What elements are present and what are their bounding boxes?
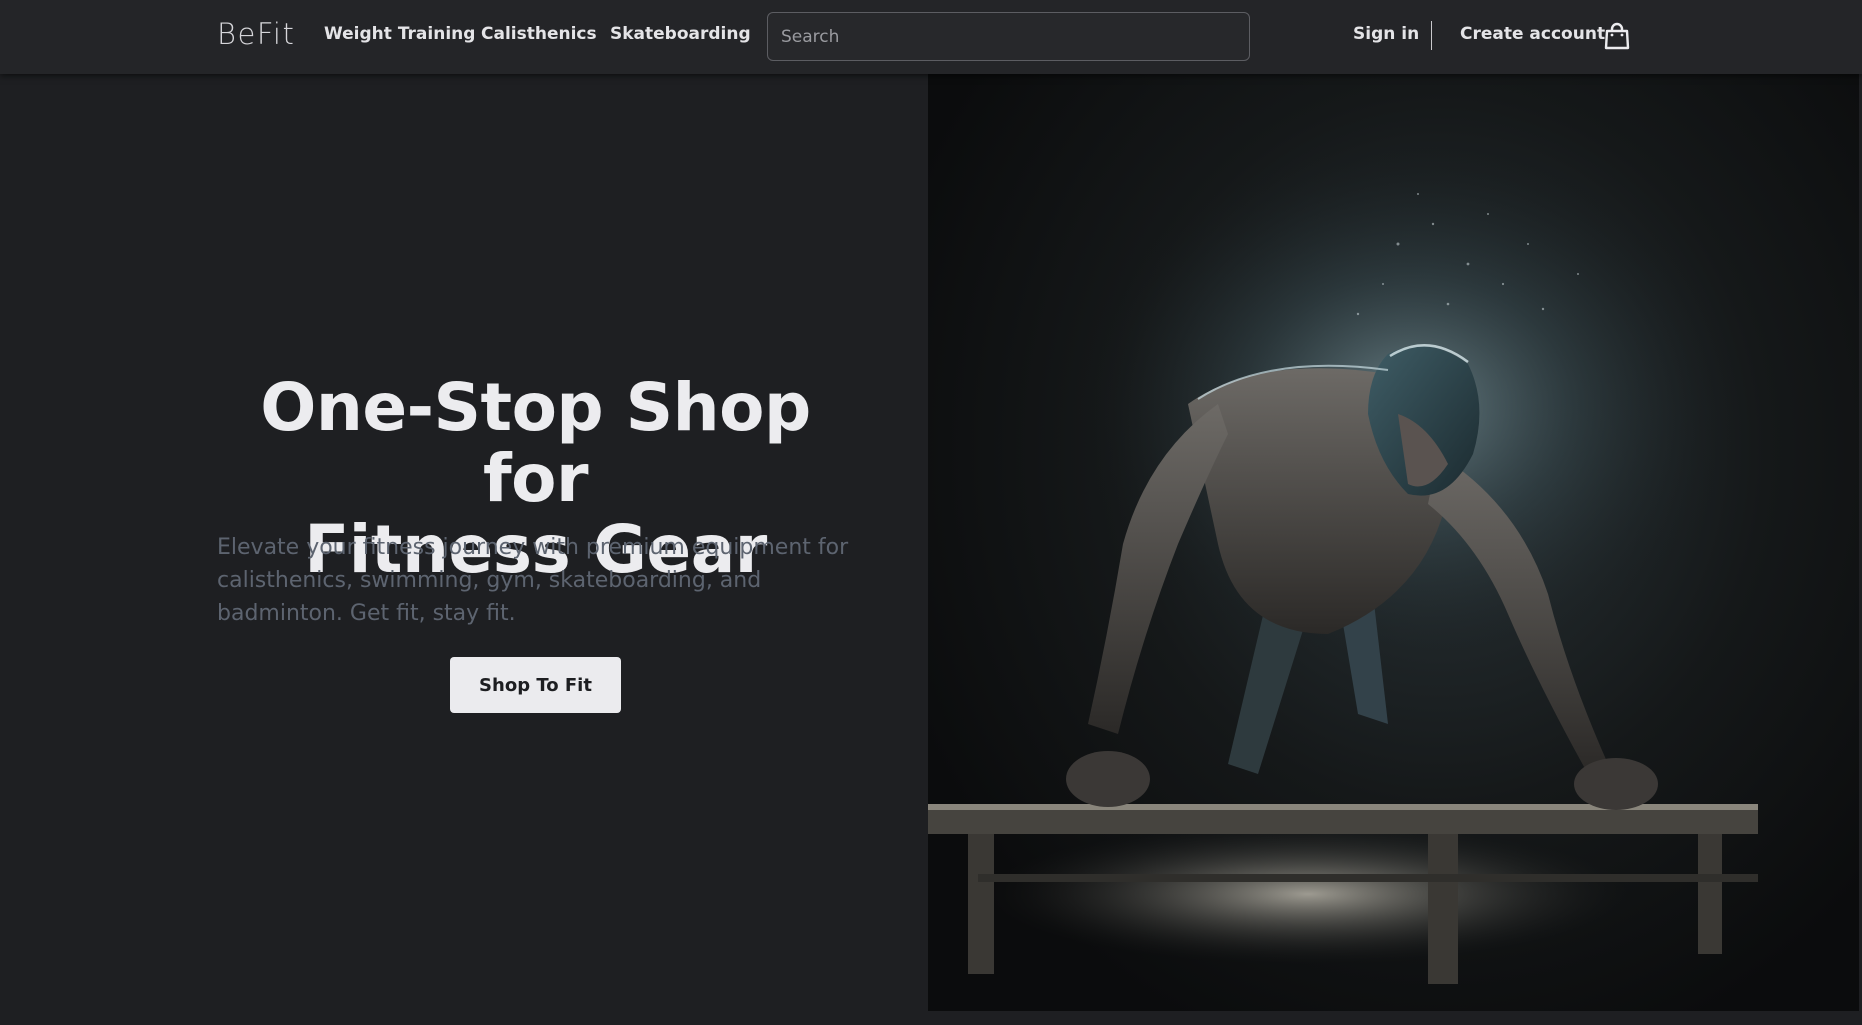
brand-logo[interactable]: BeFit	[217, 17, 295, 51]
nav-link-calisthenics[interactable]: Calisthenics	[481, 24, 597, 44]
hero-image	[928, 74, 1859, 1011]
shop-to-fit-button[interactable]: Shop To Fit	[450, 657, 621, 713]
nav-divider	[1431, 21, 1432, 50]
nav-link-skateboarding[interactable]: Skateboarding	[610, 24, 751, 44]
hero-subtitle: Elevate your fitness journey with premiu…	[217, 535, 849, 626]
nav-link-weight-training[interactable]: Weight Training	[324, 24, 475, 44]
top-navbar: BeFit Weight Training Calisthenics Skate…	[0, 0, 1862, 74]
hero-title-line-1: One-Stop Shop for	[260, 369, 811, 517]
search-box	[767, 12, 1250, 61]
create-account-link[interactable]: Create account	[1460, 24, 1605, 44]
shopping-bag-icon[interactable]	[1604, 22, 1630, 50]
sign-in-link[interactable]: Sign in	[1353, 24, 1419, 44]
search-input[interactable]	[768, 13, 1249, 60]
